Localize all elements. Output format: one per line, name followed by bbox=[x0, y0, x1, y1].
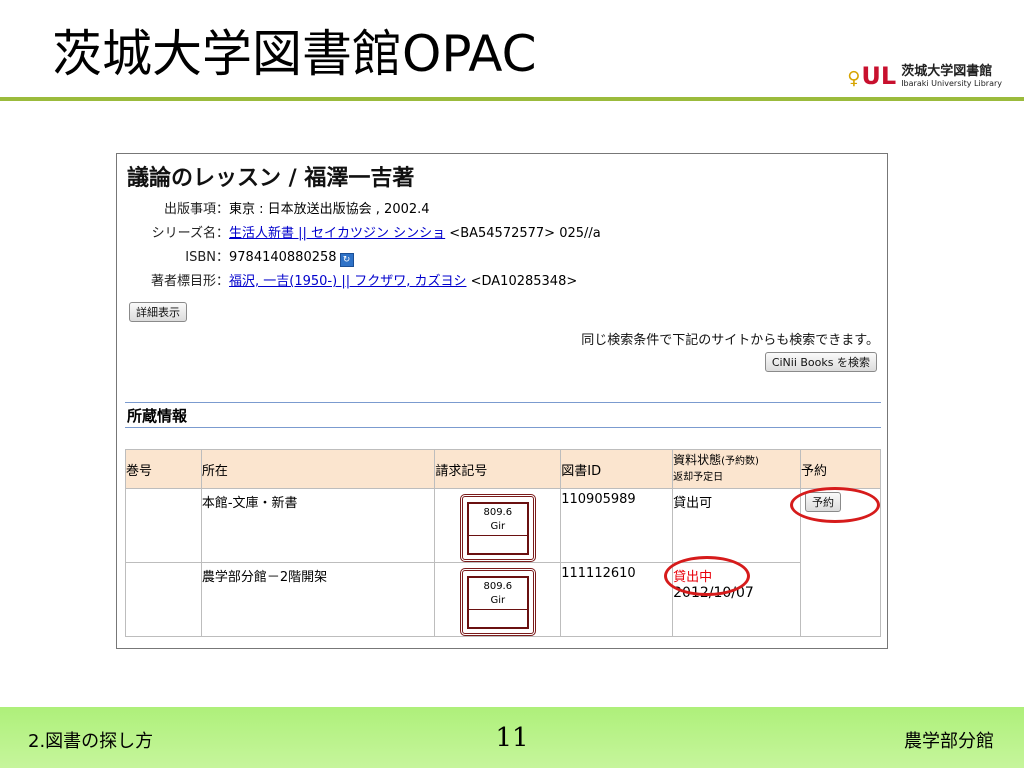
field-publication: 出版事項：東京 : 日本放送出版協会 , 2002.4 bbox=[117, 198, 430, 217]
slide-footer: 2.図書の探し方 11 農学部分館 bbox=[0, 707, 1024, 768]
col-location: 所在 bbox=[200, 449, 436, 489]
cell-volume bbox=[125, 562, 202, 637]
col-book-id: 図書ID bbox=[560, 449, 674, 489]
call-author: Gir bbox=[490, 595, 506, 606]
author-link[interactable]: 福沢, 一吉(1950-) || フクザワ, カズヨシ bbox=[229, 274, 466, 289]
cell-location: 本館-文庫・新書 bbox=[200, 488, 436, 563]
cell-status: 貸出可 bbox=[672, 488, 802, 563]
field-isbn: ISBN：9784140880258 ↻ bbox=[117, 246, 354, 267]
cell-call-number: 809.6 Gir bbox=[434, 488, 562, 563]
call-class: 809.6 bbox=[483, 507, 513, 518]
title-divider bbox=[0, 97, 1024, 101]
footer-branch: 農学部分館 bbox=[904, 731, 994, 752]
field-series: シリーズ名：生活人新書 || セイカツジン シンショ <BA54572577> … bbox=[117, 222, 601, 241]
field-label: 出版事項： bbox=[163, 202, 229, 217]
holdings-heading: 所蔵情報 bbox=[125, 402, 881, 428]
col-status-count: (予約数) bbox=[721, 456, 759, 467]
table-row: 本館-文庫・新書 809.6 Gir 110905989 貸出可 予約 bbox=[125, 488, 881, 637]
call-author: Gir bbox=[490, 521, 506, 532]
holdings-table: 巻号 所在 請求記号 図書ID 資料状態(予約数) 返却予定日 予約 本館-文庫・… bbox=[125, 449, 881, 637]
call-number-label: 809.6 Gir bbox=[459, 494, 536, 562]
col-call-number: 請求記号 bbox=[434, 449, 562, 489]
reserve-highlight-circle bbox=[790, 487, 880, 523]
col-reserve: 予約 bbox=[800, 449, 881, 489]
cell-book-id: 111112610 bbox=[560, 562, 674, 637]
slide-title: 茨城大学図書館OPAC bbox=[52, 25, 537, 83]
table-row: 農学部分館－2階開架 809.6 Gir 111112610 貸出中 2012/… bbox=[125, 562, 881, 637]
cell-volume bbox=[125, 488, 202, 563]
logo-letter-l: L bbox=[880, 62, 897, 90]
cross-search-note: 同じ検索条件で下記のサイトからも検索できます。 bbox=[581, 333, 879, 348]
logo-name-en: Ibaraki University Library bbox=[901, 78, 1002, 88]
call-class: 809.6 bbox=[483, 581, 513, 592]
series-suffix: <BA54572577> 025//a bbox=[445, 226, 601, 241]
status-highlight-circle bbox=[664, 556, 750, 596]
cinii-search-button[interactable]: CiNii Books を検索 bbox=[764, 352, 877, 372]
page-number: 11 bbox=[495, 723, 529, 753]
col-volume: 巻号 bbox=[125, 449, 202, 489]
logo-name-jp: 茨城大学図書館 bbox=[901, 63, 993, 79]
call-number-label: 809.6 Gir bbox=[459, 568, 536, 636]
library-logo-mark: ♀ U L bbox=[847, 64, 896, 88]
library-logo: ♀ U L 茨城大学図書館 Ibaraki University Library bbox=[847, 64, 1002, 88]
field-label: ISBN： bbox=[185, 250, 229, 265]
field-label: 著者標目形： bbox=[150, 274, 229, 289]
field-label: シリーズ名： bbox=[151, 226, 229, 241]
cell-location: 農学部分館－2階開架 bbox=[200, 562, 436, 637]
detail-view-button[interactable]: 詳細表示 bbox=[129, 302, 187, 322]
field-author: 著者標目形：福沢, 一吉(1950-) || フクザワ, カズヨシ <DA102… bbox=[117, 270, 577, 289]
cell-book-id: 110905989 bbox=[560, 488, 674, 563]
status-text: 貸出可 bbox=[673, 496, 713, 511]
refresh-icon[interactable]: ↻ bbox=[339, 253, 354, 267]
col-status-label: 資料状態 bbox=[673, 453, 722, 467]
field-value: 東京 : 日本放送出版協会 , 2002.4 bbox=[229, 202, 430, 217]
col-status: 資料状態(予約数) 返却予定日 bbox=[672, 449, 802, 489]
author-suffix: <DA10285348> bbox=[466, 274, 578, 289]
col-status-due: 返却予定日 bbox=[673, 472, 724, 483]
isbn-value: 9784140880258 bbox=[229, 250, 337, 265]
book-title: 議論のレッスン / 福澤一吉著 bbox=[127, 166, 415, 191]
logo-letter-u: U bbox=[861, 62, 881, 90]
logo-letter-p: ♀ bbox=[847, 68, 861, 89]
opac-screenshot: 議論のレッスン / 福澤一吉著 出版事項：東京 : 日本放送出版協会 , 200… bbox=[116, 153, 888, 649]
holdings-header-row: 巻号 所在 請求記号 図書ID 資料状態(予約数) 返却予定日 予約 bbox=[125, 449, 881, 489]
series-link[interactable]: 生活人新書 || セイカツジン シンショ bbox=[229, 226, 445, 241]
cell-call-number: 809.6 Gir bbox=[434, 562, 562, 637]
